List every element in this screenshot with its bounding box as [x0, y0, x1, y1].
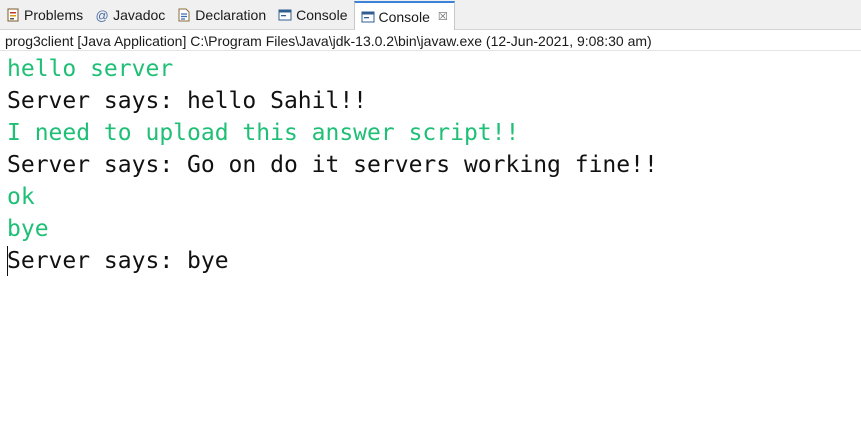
console-icon — [278, 8, 292, 22]
at-icon: @ — [95, 7, 109, 23]
declaration-icon — [177, 8, 191, 22]
text-caret — [7, 246, 8, 276]
tab-label: Problems — [24, 7, 84, 23]
console-line: hello server — [7, 56, 174, 82]
tab-declaration[interactable]: Declaration — [171, 1, 272, 29]
console-icon — [361, 10, 375, 24]
console-line: ok — [7, 184, 35, 210]
close-icon[interactable]: ☒ — [438, 10, 448, 23]
console-process-label: prog3client [Java Application] C:\Progra… — [0, 31, 861, 51]
console-line: I need to upload this answer script!! — [7, 120, 520, 146]
console-line: Server says: Go on do it servers working… — [7, 152, 658, 178]
tab-label: Declaration — [195, 7, 267, 23]
problems-icon — [6, 8, 20, 22]
tab-javadoc[interactable]: @ Javadoc — [89, 1, 171, 29]
console-output-area[interactable]: hello server Server says: hello Sahil!! … — [0, 52, 861, 434]
view-tab-bar: Problems @ Javadoc Declaration Console C… — [0, 0, 861, 30]
tab-console[interactable]: Console — [272, 1, 353, 29]
tab-label: Console — [296, 7, 348, 23]
console-line: bye — [7, 216, 49, 242]
tab-problems[interactable]: Problems — [0, 1, 89, 29]
console-line: Server says: hello Sahil!! — [7, 88, 368, 114]
tab-label: Javadoc — [113, 7, 166, 23]
console-line: Server says: bye — [7, 248, 229, 274]
tab-label: Console — [378, 8, 430, 25]
tab-console-active[interactable]: Console ☒ — [353, 1, 455, 30]
